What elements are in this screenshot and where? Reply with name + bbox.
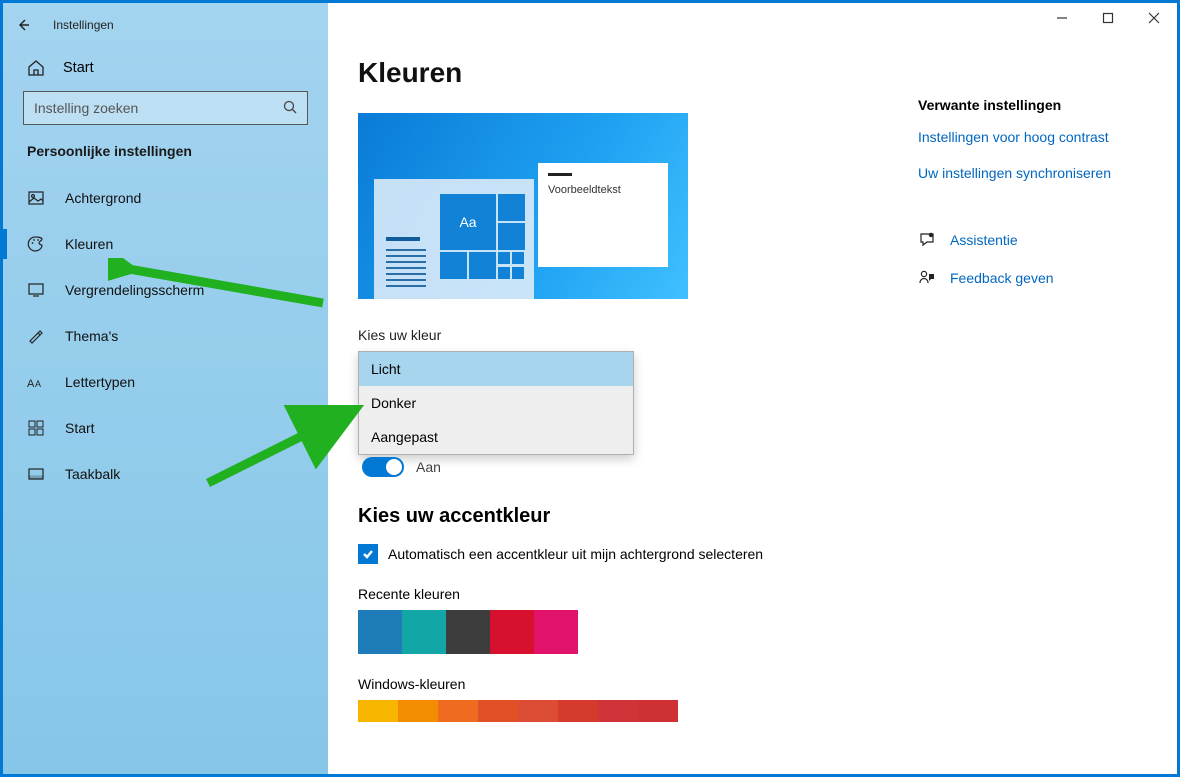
related-link-sync[interactable]: Uw instellingen synchroniseren [918,165,1177,181]
help-label: Feedback geven [950,270,1054,286]
sidebar-item-kleuren[interactable]: Kleuren [3,221,328,267]
choose-color-label: Kies uw kleur [358,327,878,343]
window-title: Instellingen [53,18,114,32]
swatch[interactable] [598,700,638,722]
window-controls [1039,3,1177,33]
swatch[interactable] [446,610,490,654]
auto-accent-row[interactable]: Automatisch een accentkleur uit mijn ach… [358,544,878,564]
swatch[interactable] [490,610,534,654]
color-mode-dropdown[interactable]: Licht Donker Aangepast [358,351,634,455]
sidebar-item-taakbalk[interactable]: Taakbalk [3,451,328,497]
swatch[interactable] [358,610,402,654]
taskbar-icon [27,465,45,483]
sidebar-item-achtergrond[interactable]: Achtergrond [3,175,328,221]
close-button[interactable] [1131,3,1177,33]
themes-icon [27,327,45,345]
swatch[interactable] [398,700,438,722]
home-label: Start [63,60,94,76]
sidebar-section-label: Persoonlijke instellingen [3,143,328,175]
recent-colors-label: Recente kleuren [358,586,878,602]
back-icon[interactable] [15,17,31,33]
accent-heading: Kies uw accentkleur [358,505,878,528]
search-icon [283,100,297,117]
swatch[interactable] [402,610,446,654]
sidebar: Instellingen Start Instelling zoeken Per… [3,3,328,774]
sidebar-item-label: Start [65,420,95,436]
swatch[interactable] [438,700,478,722]
preview-tile-text: Aa [440,194,496,250]
svg-text:A: A [35,379,41,389]
search-placeholder: Instelling zoeken [34,100,138,116]
color-option-aangepast[interactable]: Aangepast [359,420,633,454]
search-input[interactable]: Instelling zoeken [23,91,308,125]
svg-text:A: A [27,378,35,389]
transparency-toggle[interactable] [362,457,404,477]
lockscreen-icon [27,281,45,299]
sidebar-item-label: Taakbalk [65,466,120,482]
swatch[interactable] [558,700,598,722]
sidebar-item-label: Lettertypen [65,374,135,390]
minimize-button[interactable] [1039,3,1085,33]
sidebar-item-start[interactable]: Start [3,405,328,451]
main-content: Kleuren Aa [328,3,1177,774]
feedback-icon [918,269,936,287]
chat-icon [918,231,936,249]
page-title: Kleuren [358,57,878,89]
theme-preview: Aa Vo [358,113,688,299]
windows-colors-label: Windows-kleuren [358,676,878,692]
swatch[interactable] [358,700,398,722]
sidebar-item-label: Vergrendelingsscherm [65,282,204,298]
sidebar-item-vergrendelingsscherm[interactable]: Vergrendelingsscherm [3,267,328,313]
help-assistentie[interactable]: Assistentie [918,231,1177,249]
help-feedback[interactable]: Feedback geven [918,269,1177,287]
palette-icon [27,235,45,253]
swatch[interactable] [518,700,558,722]
sidebar-item-label: Achtergrond [65,190,141,206]
help-label: Assistentie [950,232,1018,248]
home-icon [27,59,45,77]
picture-icon [27,189,45,207]
sidebar-item-label: Kleuren [65,236,113,252]
color-option-donker[interactable]: Donker [359,386,633,420]
preview-sample-text: Voorbeeldtekst [548,184,621,196]
color-option-licht[interactable]: Licht [359,352,633,386]
related-heading: Verwante instellingen [918,97,1177,113]
recent-colors [358,610,878,654]
fonts-icon: AA [27,373,45,391]
swatch[interactable] [638,700,678,722]
auto-accent-label: Automatisch een accentkleur uit mijn ach… [388,546,763,562]
sidebar-item-lettertypen[interactable]: AA Lettertypen [3,359,328,405]
home-button[interactable]: Start [3,41,328,91]
sidebar-item-themas[interactable]: Thema's [3,313,328,359]
start-icon [27,419,45,437]
related-link-contrast[interactable]: Instellingen voor hoog contrast [918,129,1177,145]
windows-colors [358,700,878,722]
auto-accent-checkbox[interactable] [358,544,378,564]
toggle-state-label: Aan [416,459,441,475]
sidebar-item-label: Thema's [65,328,118,344]
swatch[interactable] [534,610,578,654]
titlebar-left: Instellingen [3,9,328,41]
swatch[interactable] [478,700,518,722]
maximize-button[interactable] [1085,3,1131,33]
